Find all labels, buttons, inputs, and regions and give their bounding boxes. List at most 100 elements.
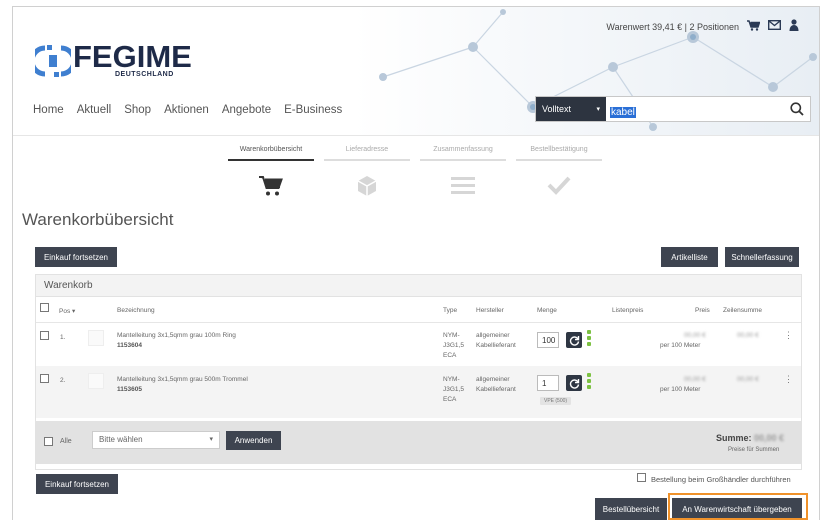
order-at-wholesaler-checkbox[interactable] — [637, 473, 646, 482]
row-checkbox[interactable] — [40, 331, 49, 340]
row-more-icon[interactable]: ⋮ — [784, 330, 793, 341]
product-name-link[interactable]: Mantelleitung 3x1,5qmm grau 500m Trommel — [117, 375, 248, 385]
apply-button[interactable]: Anwenden — [226, 431, 281, 450]
cart-icon — [228, 175, 314, 197]
row-more-icon[interactable]: ⋮ — [784, 374, 793, 385]
quick-entry-button[interactable]: Schnellerfassung — [725, 247, 799, 267]
header-divider — [13, 135, 819, 136]
nav-aktuell[interactable]: Aktuell — [77, 104, 112, 116]
refresh-quantity-button[interactable] — [566, 332, 582, 348]
step-label: Lieferadresse — [345, 146, 389, 153]
article-list-button[interactable]: Artikelliste — [661, 247, 718, 267]
order-at-wholesaler-label: Bestellung beim Großhändler durchführen — [651, 475, 791, 484]
search-icon — [790, 102, 804, 116]
col-type: Type — [443, 307, 458, 314]
select-all-footer-checkbox[interactable] — [44, 437, 53, 446]
col-list-price: Listenpreis — [612, 307, 644, 314]
row-price: 00,00 € — [684, 376, 706, 383]
col-designation: Bezeichnung — [117, 307, 155, 314]
row-pos: 2. — [60, 377, 66, 384]
row-pos: 1. — [60, 334, 66, 341]
row-price-unit: per 100 Meter — [660, 342, 701, 349]
col-manufacturer: Hersteller — [476, 307, 504, 314]
step-cart-overview[interactable]: Warenkorbübersicht — [228, 146, 314, 197]
main-nav: Home Aktuell Shop Aktionen Angebote E-Bu… — [33, 104, 342, 116]
fegime-logo[interactable]: FEGIME DEUTSCHLAND — [29, 39, 192, 78]
search-mode-select[interactable]: Volltext ▾ — [536, 97, 606, 121]
search-bar: Volltext ▾ kabel — [535, 96, 811, 122]
highlight-frame — [668, 493, 808, 520]
nav-aktionen[interactable]: Aktionen — [164, 104, 209, 116]
col-line-total: Zeilensumme — [723, 307, 763, 314]
product-type: NYM-J3G1,5 ECA — [443, 332, 464, 359]
product-number: 1153604 — [117, 342, 142, 349]
quantity-input[interactable]: 100 — [537, 332, 559, 348]
user-icon[interactable] — [789, 19, 799, 34]
sum-note: Preise für Summen — [728, 447, 780, 453]
step-label: Warenkorbübersicht — [239, 146, 303, 153]
nav-shop[interactable]: Shop — [124, 104, 151, 116]
packaging-unit-badge: VPE (500) — [540, 397, 572, 405]
cart-title: Warenkorb — [36, 275, 801, 297]
product-type: NYM-J3G1,5 ECA — [443, 376, 464, 403]
step-bar — [516, 159, 602, 161]
refresh-icon — [569, 335, 579, 346]
cart-icon[interactable] — [747, 19, 761, 34]
row-price-unit: per 100 Meter — [660, 386, 701, 393]
nav-home[interactable]: Home — [33, 104, 64, 116]
col-quantity: Menge — [537, 307, 557, 314]
step-summary[interactable]: Zusammenfassung — [420, 146, 506, 195]
search-button[interactable] — [784, 97, 810, 121]
row-checkbox[interactable] — [40, 374, 49, 383]
site-header: Warenwert 39,41 € | 2 Positionen FEGIME … — [13, 7, 819, 135]
chevron-down-icon: ▾ — [596, 106, 600, 113]
list-icon — [420, 175, 506, 195]
step-label: Zusammenfassung — [433, 146, 493, 153]
product-name-link[interactable]: Mantelleitung 3x1,5qmm grau 100m Ring — [117, 331, 236, 341]
box-icon — [324, 175, 410, 197]
product-number: 1153605 — [117, 386, 142, 393]
nav-e-business[interactable]: E-Business — [284, 104, 342, 116]
search-input-value: kabel — [610, 107, 636, 118]
bulk-action-select[interactable]: Bitte wählen ▾ — [92, 431, 220, 449]
order-overview-button[interactable]: Bestellübersicht — [595, 498, 667, 520]
sum-value: 00,00 € — [754, 433, 785, 443]
continue-shopping-button[interactable]: Einkauf fortsetzen — [35, 247, 117, 267]
quantity-input[interactable]: 1 — [537, 375, 559, 391]
logo-mark-icon — [29, 44, 77, 78]
step-order-confirmation[interactable]: Bestellbestätigung — [516, 146, 602, 195]
check-icon — [516, 175, 602, 195]
chevron-down-icon: ▾ — [209, 436, 213, 443]
top-bar: Warenwert 39,41 € | 2 Positionen — [606, 19, 799, 34]
col-pos[interactable]: Pos ▾ — [59, 307, 75, 315]
refresh-icon — [569, 378, 579, 389]
mail-icon[interactable] — [767, 19, 782, 33]
product-thumbnail[interactable] — [88, 373, 104, 389]
nav-angebote[interactable]: Angebote — [222, 104, 271, 116]
select-all-checkbox[interactable] — [40, 303, 49, 312]
row-price: 00,00 € — [684, 332, 706, 339]
all-label: Alle — [60, 438, 72, 445]
search-mode-label: Volltext — [542, 104, 572, 114]
availability-indicator-icon — [587, 373, 591, 391]
page-title: Warenkorbübersicht — [22, 210, 174, 229]
row-line-total: 00,00 € — [737, 376, 759, 383]
bulk-action-placeholder: Bitte wählen — [99, 435, 143, 444]
step-bar — [420, 159, 506, 161]
refresh-quantity-button[interactable] — [566, 375, 582, 391]
step-delivery-address[interactable]: Lieferadresse — [324, 146, 410, 197]
cart-value-text[interactable]: Warenwert 39,41 € | 2 Positionen — [606, 22, 739, 32]
availability-indicator-icon — [587, 330, 591, 348]
sum-label: Summe: 00,00 € — [716, 433, 785, 443]
row-line-total: 00,00 € — [737, 332, 759, 339]
step-bar — [324, 159, 410, 161]
search-input[interactable]: kabel — [606, 97, 784, 121]
step-label: Bestellbestätigung — [530, 146, 588, 153]
product-manufacturer: allgemeiner Kabellieferant — [476, 332, 516, 349]
continue-shopping-bottom-button[interactable]: Einkauf fortsetzen — [36, 474, 118, 494]
product-thumbnail[interactable] — [88, 330, 104, 346]
logo-brand-text: FEGIME — [73, 39, 192, 74]
product-manufacturer: allgemeiner Kabellieferant — [476, 376, 516, 393]
step-bar — [228, 159, 314, 161]
col-price: Preis — [695, 307, 710, 314]
